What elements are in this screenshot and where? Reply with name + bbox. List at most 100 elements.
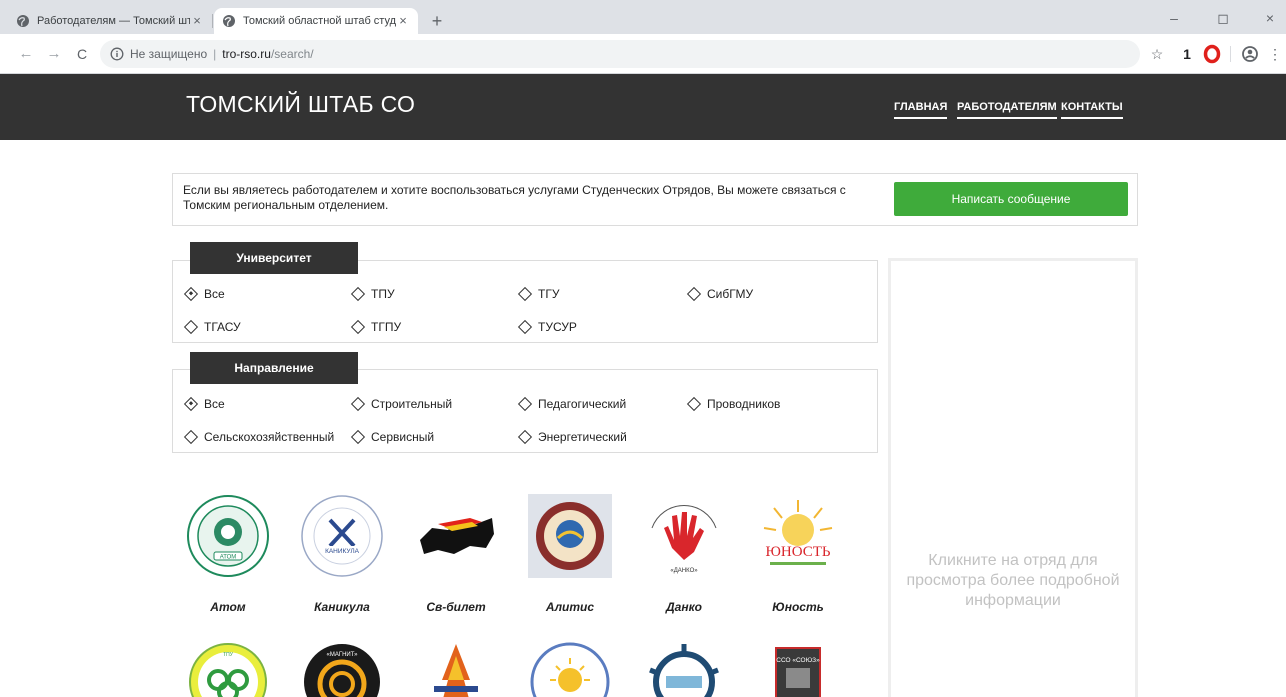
radio-diamond-icon bbox=[183, 319, 199, 335]
squad-logo-atom: АТОМ bbox=[187, 495, 269, 577]
site-logo[interactable]: ТОМСКИЙ ШТАБ СО bbox=[186, 91, 415, 118]
squad-logo-yunost: ЮНОСТЬ bbox=[763, 500, 833, 565]
squad-name: Юность bbox=[772, 600, 824, 614]
notice-text: Если вы являетесь работодателем и хотите… bbox=[183, 183, 846, 212]
extension-icon[interactable]: 1 bbox=[1180, 44, 1194, 64]
option-label: Все bbox=[204, 397, 225, 411]
squad-logo-text: «МАГНИТ» bbox=[327, 652, 359, 658]
maximize-icon[interactable]: ◻ bbox=[1207, 8, 1239, 28]
university-option-sibgmu[interactable]: СибГМУ bbox=[686, 286, 754, 302]
squad-card-danko[interactable]: «ДАНКО» Данко bbox=[629, 494, 739, 614]
back-icon[interactable]: ← bbox=[16, 44, 36, 64]
radio-diamond-icon bbox=[350, 429, 366, 445]
nav-employers[interactable]: РАБОТОДАТЕЛЯМ bbox=[957, 101, 1057, 119]
squad-logo-sun bbox=[530, 642, 610, 697]
tab-close-icon[interactable]: × bbox=[396, 14, 410, 28]
radio-diamond-icon bbox=[183, 396, 199, 412]
squad-logo-sv-bilet bbox=[420, 518, 494, 554]
address-path: /search/ bbox=[270, 47, 314, 61]
toolbar-divider bbox=[1230, 46, 1231, 62]
tab-close-icon[interactable]: × bbox=[190, 14, 204, 28]
radio-diamond-icon bbox=[517, 429, 533, 445]
squad-name: Св-билет bbox=[426, 600, 486, 614]
option-label: ТПУ bbox=[371, 287, 395, 301]
address-separator: | bbox=[213, 47, 217, 61]
browser-window: Работодателям — Томский шта × Томский об… bbox=[0, 0, 1286, 697]
squad-card-sv-bilet[interactable]: Св-билет bbox=[401, 494, 511, 614]
radio-diamond-icon bbox=[350, 396, 366, 412]
nav-home[interactable]: ГЛАВНАЯ bbox=[894, 101, 948, 119]
reload-icon[interactable]: C bbox=[72, 44, 92, 64]
forward-icon[interactable]: → bbox=[44, 44, 64, 64]
tab-title: Работодателям — Томский шта bbox=[37, 15, 190, 27]
squad-card-kanikula[interactable]: КАНИКУЛА Каникула bbox=[287, 494, 397, 614]
option-label: Строительный bbox=[371, 397, 453, 411]
direction-option-agricultural[interactable]: Сельскохозяйственный bbox=[183, 429, 335, 445]
squad-logo-text: ССО «СОЮЗ» bbox=[776, 657, 820, 664]
tab-search[interactable]: Томский областной штаб студе × bbox=[214, 8, 418, 34]
university-option-tgasu[interactable]: ТГАСУ bbox=[183, 319, 241, 335]
opera-icon[interactable] bbox=[1203, 44, 1221, 64]
direction-option-all[interactable]: Все bbox=[183, 396, 225, 412]
window-close-icon[interactable]: × bbox=[1254, 8, 1286, 28]
star-icon[interactable]: ☆ bbox=[1148, 44, 1166, 64]
new-tab-icon[interactable]: + bbox=[428, 12, 446, 30]
squad-card-alitis[interactable]: Алитис bbox=[515, 494, 625, 614]
squad-card-row2-6[interactable]: ССО «СОЮЗ» bbox=[743, 640, 853, 697]
write-message-button[interactable]: Написать сообщение bbox=[894, 182, 1128, 216]
squad-logo-text: «ДАНКО» bbox=[670, 568, 698, 574]
squad-card-row2-3[interactable] bbox=[401, 640, 511, 697]
option-label: Сельскохозяйственный bbox=[204, 430, 335, 444]
insecure-label: Не защищено bbox=[130, 47, 208, 61]
university-option-tgpu[interactable]: ТГПУ bbox=[350, 319, 402, 335]
menu-icon[interactable]: ⋮ bbox=[1268, 44, 1282, 64]
minimize-icon[interactable]: – bbox=[1158, 8, 1190, 28]
nav-contacts[interactable]: КОНТАКТЫ bbox=[1061, 101, 1123, 119]
squad-card-row2-4[interactable] bbox=[515, 640, 625, 697]
direction-option-conductors[interactable]: Проводников bbox=[686, 396, 781, 412]
university-option-tgu[interactable]: ТГУ bbox=[517, 286, 559, 302]
option-label: СибГМУ bbox=[707, 287, 754, 301]
radio-diamond-icon bbox=[517, 396, 533, 412]
option-label: ТГПУ bbox=[371, 320, 402, 334]
direction-option-energy[interactable]: Энергетический bbox=[517, 429, 627, 445]
university-option-tpu[interactable]: ТПУ bbox=[350, 286, 395, 302]
squad-logo-clover: ТПУ bbox=[189, 643, 267, 697]
option-label: Педагогический bbox=[538, 397, 627, 411]
squad-logo-alitis bbox=[528, 494, 612, 578]
browser-toolbar: ← → C Не защищено | tro-rso.ru/search/ ☆… bbox=[0, 34, 1286, 74]
university-option-all[interactable]: Все bbox=[183, 286, 225, 302]
university-option-tusur[interactable]: ТУСУР bbox=[517, 319, 577, 335]
squad-logo-kanikula: КАНИКУЛА bbox=[301, 495, 383, 577]
employer-notice: Если вы являетесь работодателем и хотите… bbox=[172, 173, 1138, 226]
squad-card-atom[interactable]: АТОМ Атом bbox=[173, 494, 283, 614]
squad-info-panel: Кликните на отряд для просмотра более по… bbox=[888, 258, 1138, 697]
option-label: Энергетический bbox=[538, 430, 627, 444]
profile-icon[interactable] bbox=[1241, 44, 1259, 64]
radio-diamond-icon bbox=[183, 286, 199, 302]
radio-diamond-icon bbox=[686, 396, 702, 412]
squad-card-row2-2[interactable]: «МАГНИТ» bbox=[287, 640, 397, 697]
squad-logo-danko: «ДАНКО» bbox=[651, 504, 717, 574]
tab-title: Томский областной штаб студе bbox=[243, 15, 396, 27]
globe-icon bbox=[17, 15, 29, 27]
option-label: ТУСУР bbox=[538, 320, 577, 334]
squad-logo-torch bbox=[434, 644, 478, 697]
radio-diamond-icon bbox=[517, 286, 533, 302]
address-host: tro-rso.ru bbox=[222, 47, 271, 61]
squad-card-row2-1[interactable]: ТПУ bbox=[173, 640, 283, 697]
squad-logo-text: АТОМ bbox=[220, 555, 237, 561]
squad-card-yunost[interactable]: ЮНОСТЬ Юность bbox=[743, 494, 853, 614]
address-bar[interactable]: Не защищено | tro-rso.ru/search/ bbox=[100, 40, 1140, 68]
squad-name: Атом bbox=[210, 600, 246, 614]
direction-option-service[interactable]: Сервисный bbox=[350, 429, 434, 445]
site-header: ТОМСКИЙ ШТАБ СО ГЛАВНАЯ РАБОТОДАТЕЛЯМ КО… bbox=[0, 74, 1286, 140]
squad-logo-soyuz: ССО «СОЮЗ» bbox=[775, 647, 821, 697]
info-icon[interactable] bbox=[110, 47, 124, 61]
direction-option-pedagogical[interactable]: Педагогический bbox=[517, 396, 627, 412]
direction-option-construction[interactable]: Строительный bbox=[350, 396, 453, 412]
option-label: Проводников bbox=[707, 397, 781, 411]
squad-card-row2-5[interactable] bbox=[629, 640, 739, 697]
squad-name: Данко bbox=[666, 600, 702, 614]
tab-employers[interactable]: Работодателям — Томский шта × bbox=[8, 8, 212, 34]
